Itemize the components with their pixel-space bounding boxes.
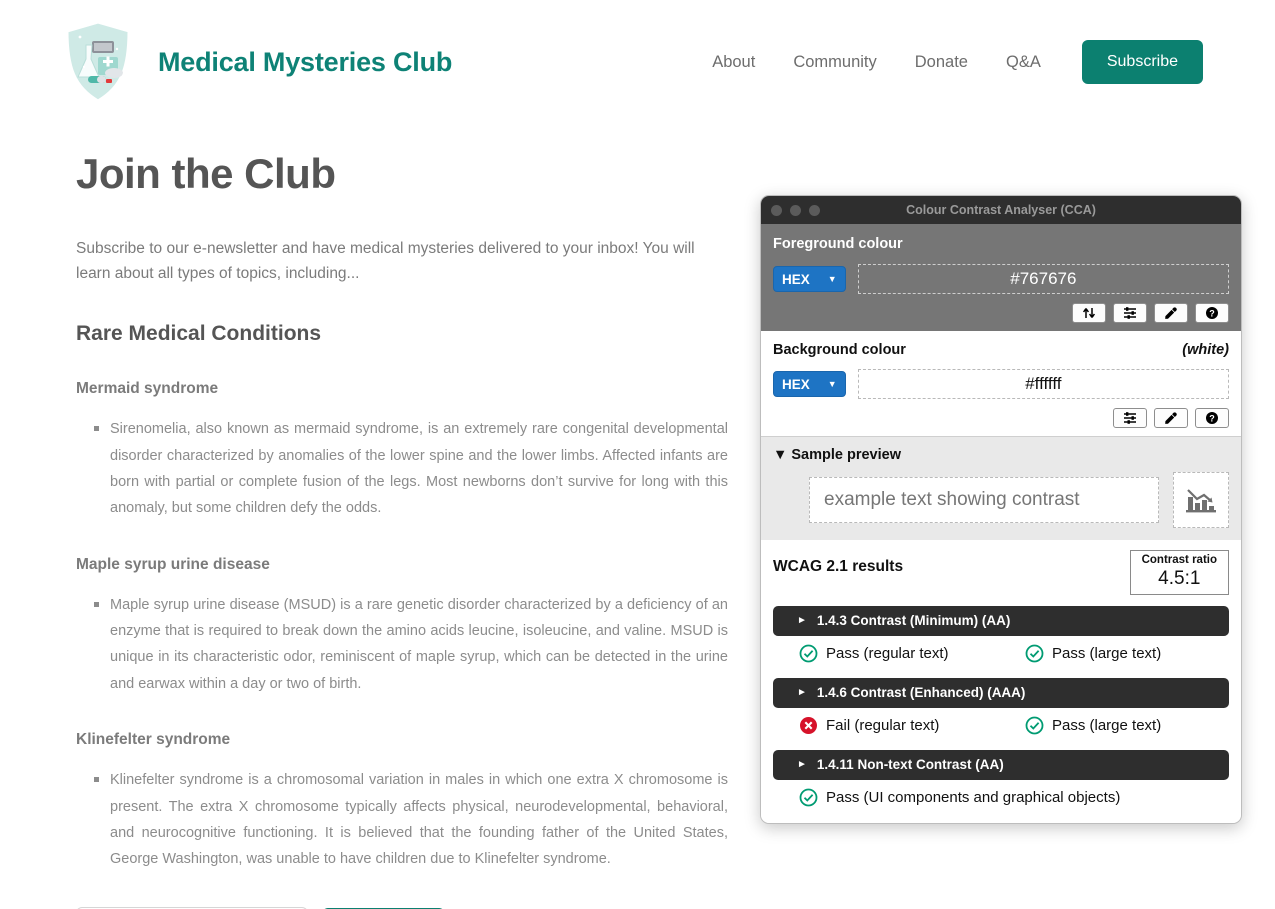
help-icon[interactable]: ?	[1195, 303, 1229, 323]
list-item: Maple syrup urine disease (MSUD) is a ra…	[94, 592, 728, 698]
list-item: Sirenomelia, also known as mermaid syndr…	[94, 416, 728, 522]
result-regular-text: Fail (regular text)	[799, 716, 1003, 735]
brand-title: Medical Mysteries Club	[158, 46, 453, 77]
criterion-1-4-11[interactable]: ► 1.4.11 Non-text Contrast (AA)	[773, 749, 1229, 780]
background-format-select[interactable]: HEX ▼	[773, 371, 846, 397]
help-icon[interactable]: ?	[1195, 408, 1229, 428]
background-label: Background colour	[773, 342, 906, 358]
close-icon[interactable]	[771, 204, 782, 216]
background-button-row: ?	[773, 408, 1229, 428]
main-content: Join the Club Subscribe to our e-newslet…	[76, 150, 728, 909]
cca-window: Colour Contrast Analyser (CCA) Foregroun…	[760, 195, 1242, 824]
chevron-down-icon: ▼	[827, 274, 837, 284]
background-color-row: HEX ▼ #ffffff	[773, 369, 1229, 399]
triangle-right-icon: ►	[797, 687, 807, 699]
result-large-text: Pass (large text)	[1025, 644, 1229, 663]
foreground-format-value: HEX	[782, 271, 810, 287]
foreground-section: Foreground colour HEX ▼ #767676 ?	[761, 224, 1241, 331]
criterion-1-4-6-results: Fail (regular text) Pass (large text)	[773, 708, 1229, 739]
condition-list-mermaid: Sirenomelia, also known as mermaid syndr…	[76, 416, 728, 522]
svg-text:?: ?	[1209, 308, 1215, 318]
sample-preview-disclosure[interactable]: ▼ Sample preview	[773, 447, 1229, 463]
sliders-icon[interactable]	[1113, 408, 1147, 428]
result-text: Pass (large text)	[1052, 716, 1162, 734]
swap-colours-icon[interactable]	[1072, 303, 1106, 323]
result-text: Pass (regular text)	[826, 644, 949, 662]
triangle-right-icon: ►	[797, 759, 807, 771]
minimize-icon[interactable]	[790, 204, 801, 216]
fail-cross-icon	[799, 716, 818, 735]
condition-list-klinefelter: Klinefelter syndrome is a chromosomal va…	[76, 767, 728, 873]
sample-preview-label: Sample preview	[791, 447, 901, 463]
page-title: Join the Club	[76, 150, 336, 197]
sample-preview-section: ▼ Sample preview example text showing co…	[761, 436, 1241, 540]
criterion-label: 1.4.6 Contrast (Enhanced) (AAA)	[816, 685, 1026, 701]
site-header: Medical Mysteries Club About Community D…	[0, 0, 1275, 124]
foreground-color-row: HEX ▼ #767676	[773, 264, 1229, 294]
nav-item-donate[interactable]: Donate	[896, 53, 987, 72]
result-text: Pass (UI components and graphical object…	[826, 788, 1121, 806]
wcag-results-title: WCAG 2.1 results	[773, 558, 904, 575]
criterion-label: 1.4.11 Non-text Contrast (AA)	[816, 757, 1004, 773]
foreground-label: Foreground colour	[773, 236, 903, 252]
contrast-ratio-box: Contrast ratio 4.5:1	[1129, 550, 1229, 595]
criterion-1-4-6[interactable]: ► 1.4.6 Contrast (Enhanced) (AAA)	[773, 677, 1229, 708]
criterion-1-4-3[interactable]: ► 1.4.3 Contrast (Minimum) (AA)	[773, 605, 1229, 636]
result-large-text: Pass (large text)	[1025, 716, 1229, 735]
maximize-icon[interactable]	[809, 204, 820, 216]
nav-item-qa[interactable]: Q&A	[987, 53, 1060, 72]
main-nav: About Community Donate Q&A Subscribe	[712, 40, 1203, 84]
nav-subscribe-button[interactable]: Subscribe	[1081, 40, 1203, 84]
brand[interactable]: Medical Mysteries Club	[62, 19, 452, 105]
page-root: Medical Mysteries Club About Community D…	[0, 0, 1275, 909]
cca-titlebar[interactable]: Colour Contrast Analyser (CCA)	[761, 196, 1241, 224]
pass-check-icon	[1025, 716, 1044, 735]
intro-paragraph: Subscribe to our e-newsletter and have m…	[76, 240, 695, 283]
triangle-down-icon: ▼	[773, 447, 788, 463]
sample-text-preview: example text showing contrast	[809, 477, 1159, 523]
foreground-format-select[interactable]: HEX ▼	[773, 266, 846, 292]
contrast-ratio-value: 4.5:1	[1158, 567, 1201, 589]
eyedropper-icon[interactable]	[1154, 408, 1188, 428]
result-regular-text: Pass (regular text)	[799, 644, 1003, 663]
contrast-ratio-label: Contrast ratio	[1141, 554, 1217, 566]
sliders-icon[interactable]	[1113, 303, 1147, 323]
svg-text:?: ?	[1209, 413, 1215, 423]
background-section: Background colour (white) HEX ▼ #ffffff	[761, 331, 1241, 436]
background-format-value: HEX	[782, 376, 810, 392]
criterion-1-4-3-results: Pass (regular text) Pass (large text)	[773, 636, 1229, 667]
pass-check-icon	[799, 644, 818, 663]
pass-check-icon	[799, 788, 818, 807]
result-text: Pass (large text)	[1052, 644, 1162, 662]
criterion-label: 1.4.3 Contrast (Minimum) (AA)	[816, 613, 1011, 629]
result-text: Fail (regular text)	[826, 716, 940, 734]
result-ui-components: Pass (UI components and graphical object…	[799, 788, 1120, 807]
bar-chart-declining-icon	[1173, 472, 1229, 528]
background-hex-input[interactable]: #ffffff	[857, 369, 1229, 399]
triangle-right-icon: ►	[797, 615, 807, 627]
nav-item-community[interactable]: Community	[774, 53, 895, 72]
foreground-button-row: ?	[773, 303, 1229, 323]
shield-lab-logo-icon	[62, 19, 134, 105]
section-heading: Rare Medical Conditions	[76, 322, 322, 346]
background-colour-note: (white)	[1182, 342, 1229, 358]
cca-window-title: Colour Contrast Analyser (CCA)	[906, 203, 1096, 217]
condition-title-msud: Maple syrup urine disease	[76, 555, 270, 573]
chevron-down-icon: ▼	[827, 379, 837, 389]
foreground-hex-input[interactable]: #767676	[857, 264, 1229, 294]
condition-title-mermaid: Mermaid syndrome	[76, 380, 219, 398]
condition-list-msud: Maple syrup urine disease (MSUD) is a ra…	[76, 592, 728, 698]
nav-item-about[interactable]: About	[712, 53, 774, 72]
wcag-results-section: WCAG 2.1 results Contrast ratio 4.5:1 ► …	[761, 540, 1241, 823]
eyedropper-icon[interactable]	[1154, 303, 1188, 323]
condition-title-klinefelter: Klinefelter syndrome	[76, 731, 231, 749]
criterion-1-4-11-results: Pass (UI components and graphical object…	[773, 780, 1229, 811]
pass-check-icon	[1025, 644, 1044, 663]
list-item: Klinefelter syndrome is a chromosomal va…	[94, 767, 728, 873]
